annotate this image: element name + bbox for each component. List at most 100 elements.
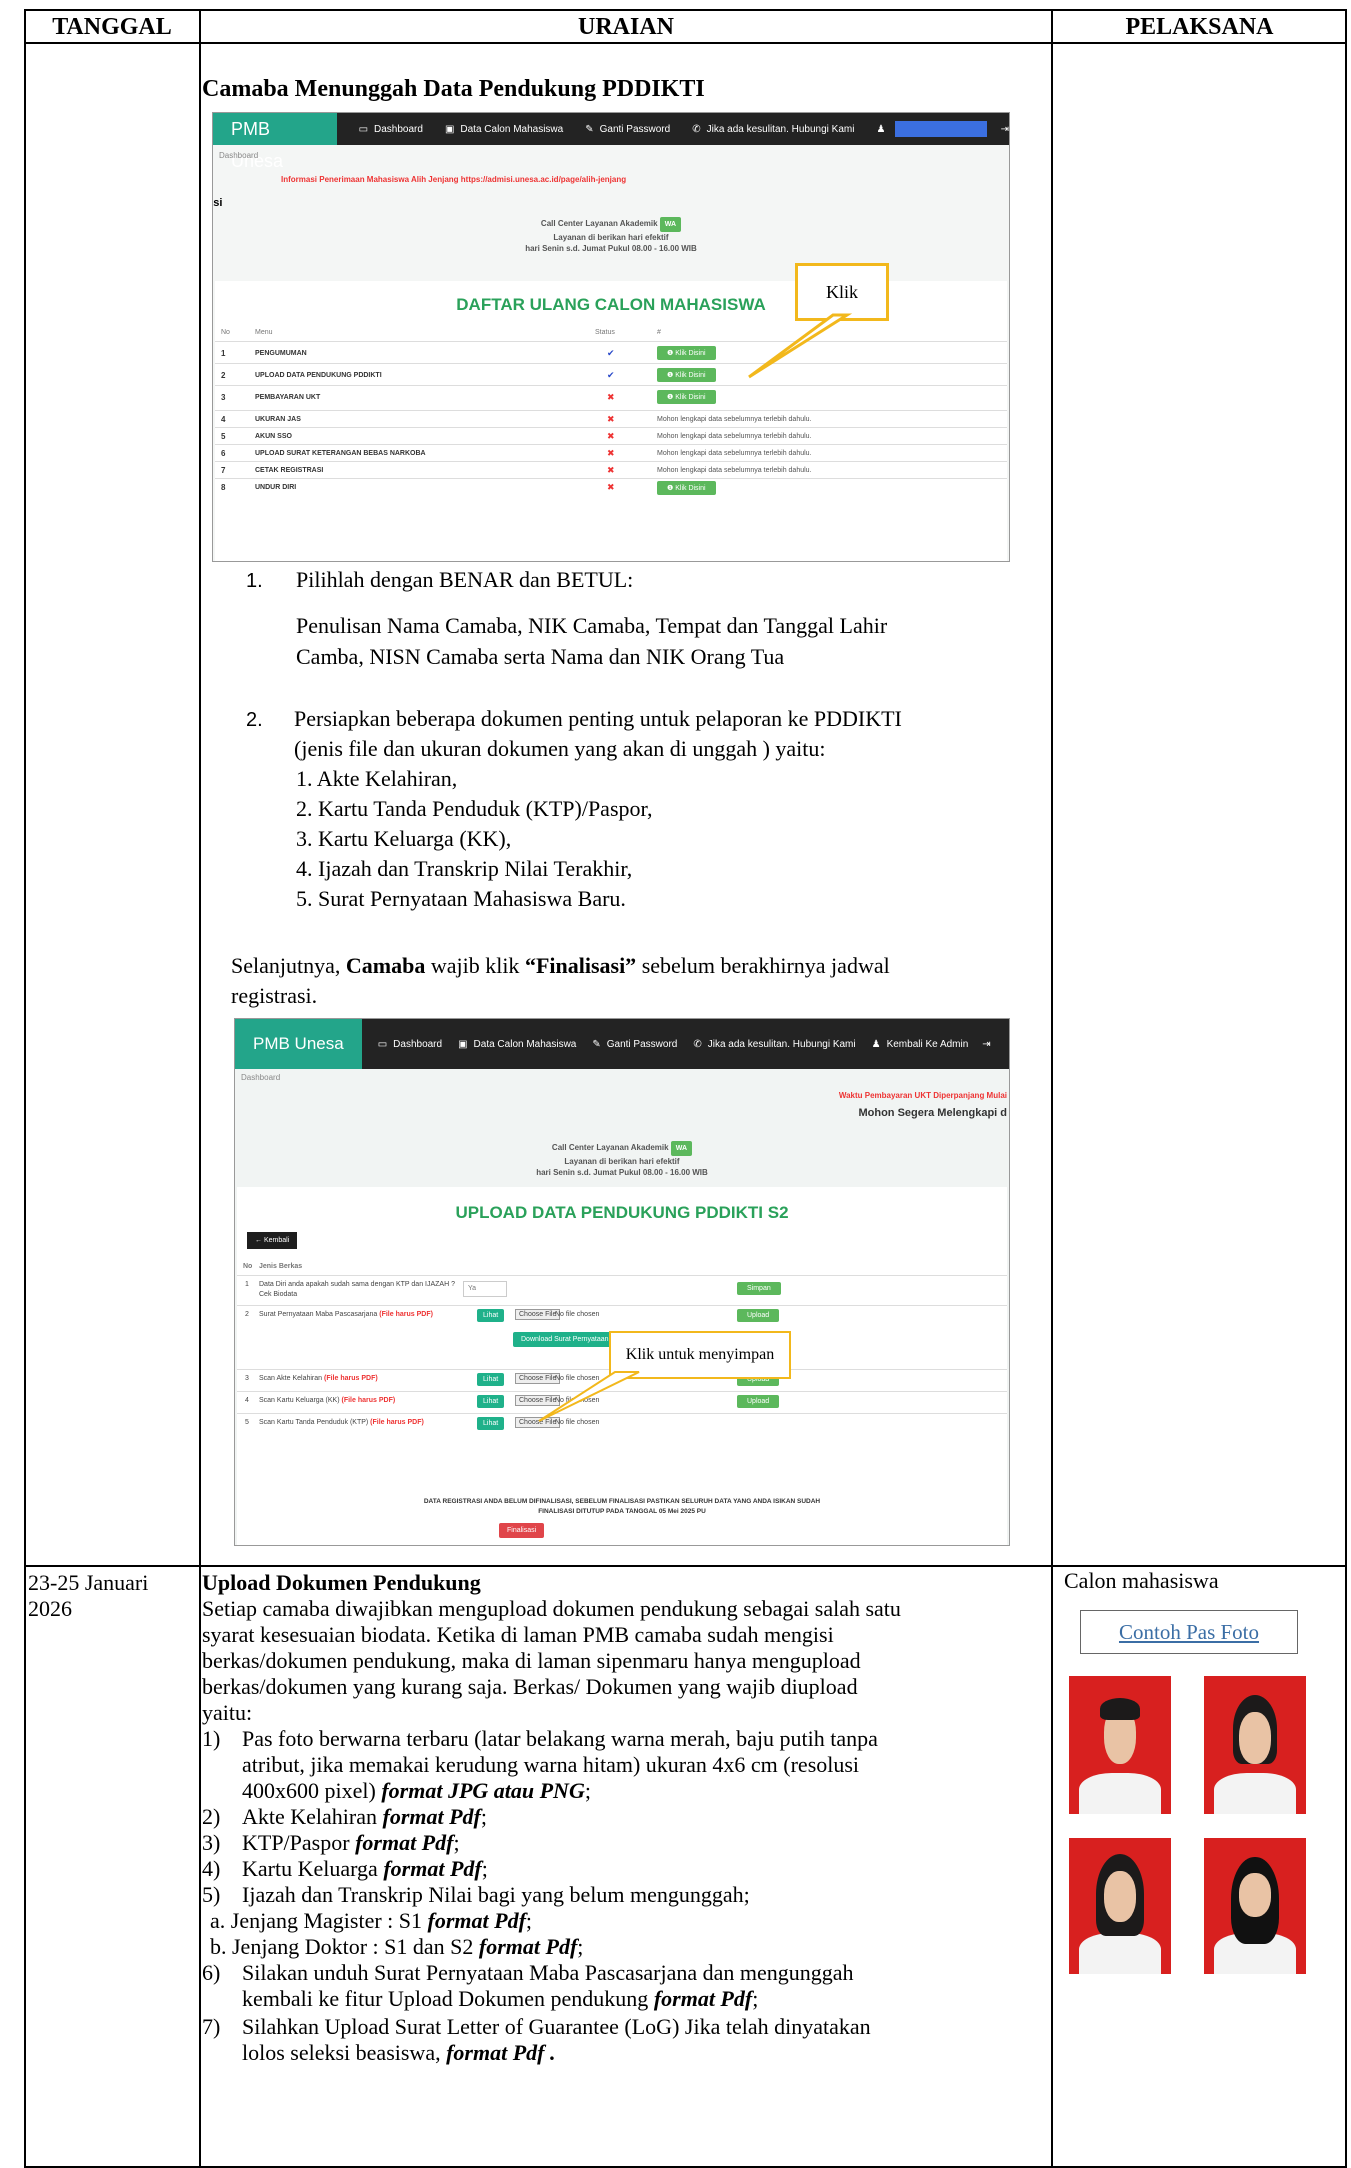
row-no: 2 xyxy=(245,1311,249,1318)
whatsapp-button[interactable]: WA xyxy=(659,217,682,232)
navbar: PMB Unesa ▭ Dashboard ▣ Data Calon Mahasis… xyxy=(213,113,1009,171)
nav-data-calon[interactable]: ▣ Data Calon Mahasiswa xyxy=(458,1039,576,1050)
back-button[interactable]: ← Kembali xyxy=(247,1232,298,1249)
klik-disini-button[interactable]: ❶ Klik Disini xyxy=(657,346,716,360)
nav-dashboard[interactable]: ▭ Dashboard xyxy=(359,124,423,135)
date-line-2: 2026 xyxy=(28,1596,72,1621)
row-no: 3 xyxy=(221,392,226,402)
row-no: 8 xyxy=(221,483,226,492)
finalisasi-instruction: Selanjutnya, Camaba wajib klik “Finalisa… xyxy=(231,953,890,978)
row-note: Mohon lengkapi data sebelumnya terlebih … xyxy=(657,450,812,457)
brand-logo[interactable]: PMB Unesa xyxy=(213,113,337,171)
panel-title: UPLOAD DATA PENDUKUNG PDDIKTI S2 xyxy=(455,1203,789,1222)
pencil-icon: ✎ xyxy=(592,1038,601,1050)
file-status: No file chosen xyxy=(555,1311,600,1318)
cek-biodata-link[interactable]: Cek Biodata xyxy=(259,1291,297,1298)
item-number: 7) xyxy=(202,2014,221,2039)
cross-icon: ✖ xyxy=(607,431,615,441)
row-menu: PEMBAYARAN UKT xyxy=(255,393,321,401)
header-pelaksana: PELAKSANA xyxy=(1125,14,1274,40)
breadcrumb[interactable]: Dashboard xyxy=(219,151,258,160)
phone-icon: ✆ xyxy=(693,1038,702,1050)
info-banner[interactable]: Informasi Penerimaan Mahasiswa Alih Jenj… xyxy=(281,175,626,184)
row-text: Scan Akte Kelahiran (File harus PDF) xyxy=(259,1375,378,1382)
sample-photo-male xyxy=(1069,1676,1171,1814)
cross-icon: ✖ xyxy=(607,465,615,475)
upload-button[interactable]: Upload xyxy=(737,1309,780,1322)
choose-file-button[interactable]: Choose File xyxy=(515,1309,561,1320)
point1-body-2: Camba, NISN Camaba serta Nama dan NIK Or… xyxy=(296,644,785,669)
klik-disini-button[interactable]: ❶ Klik Disini xyxy=(657,390,716,404)
klik-disini-button[interactable]: ❶ Klik Disini xyxy=(657,368,716,382)
lihat-button[interactable]: Lihat xyxy=(477,1309,505,1322)
finalisasi-instruction-cont: registrasi. xyxy=(231,983,318,1008)
nav-ganti-password[interactable]: ✎ Ganti Password xyxy=(592,1039,677,1050)
row-text: Scan Kartu Keluarga (KK) (File harus PDF… xyxy=(259,1397,396,1404)
col-no: No xyxy=(243,1263,253,1270)
header-uraian: URAIAN xyxy=(578,14,674,40)
finalisasi-button[interactable]: Finalisasi xyxy=(499,1523,545,1538)
pencil-icon: ✎ xyxy=(585,123,594,135)
logout-icon[interactable]: ⇥ xyxy=(1001,124,1009,135)
row-no: 2 xyxy=(221,370,226,380)
point2-number: 2. xyxy=(246,709,263,731)
cross-icon: ✖ xyxy=(607,482,615,492)
row-no: 7 xyxy=(221,466,226,475)
row-menu: UPLOAD DATA PENDUKUNG PDDIKTI xyxy=(255,371,382,379)
whatsapp-button[interactable]: WA xyxy=(670,1141,693,1156)
cross-icon: ✖ xyxy=(607,391,615,402)
lihat-button[interactable]: Lihat xyxy=(477,1395,505,1408)
arrow-left-icon: ← xyxy=(255,1237,264,1244)
photo-caption-box: Contoh Pas Foto xyxy=(1080,1610,1298,1654)
brand-logo[interactable]: PMB Unesa xyxy=(235,1019,362,1069)
sample-photo-female-2 xyxy=(1069,1838,1171,1974)
user-icon[interactable]: ♟ xyxy=(876,124,885,135)
item-number: 1) xyxy=(202,1726,221,1751)
callout-pointer xyxy=(538,1371,640,1422)
row-note: Mohon lengkapi data sebelumnya terlebih … xyxy=(657,416,812,423)
navbar: PMB Unesa ▭ Dashboard ▣ Data Calon Mahasis… xyxy=(235,1019,1009,1069)
logout-icon[interactable]: ⇥ xyxy=(982,1039,990,1050)
klik-disini-button[interactable]: ❶ Klik Disini xyxy=(657,480,716,495)
nav-ganti-password[interactable]: ✎ Ganti Password xyxy=(585,124,670,135)
point1-title: Pilihlah dengan BENAR dan BETUL: xyxy=(296,567,634,592)
check-icon: ✔ xyxy=(607,347,615,358)
nav-dashboard[interactable]: ▭ Dashboard xyxy=(378,1039,442,1050)
monitor-icon: ▭ xyxy=(358,123,369,135)
nav-hubungi[interactable]: ✆ Jika ada kesulitan. Hubungi Kami xyxy=(693,1039,855,1050)
nav-data-calon[interactable]: ▣ Data Calon Mahasiswa xyxy=(445,124,563,135)
col-jenis: Jenis Berkas xyxy=(259,1263,303,1270)
row-note: Mohon lengkapi data sebelumnya terlebih … xyxy=(657,433,812,440)
upload-button[interactable]: Upload xyxy=(737,1395,780,1408)
biodata-select[interactable]: Ya xyxy=(463,1281,507,1297)
point1-number: 1. xyxy=(246,570,263,592)
row-menu: UPLOAD SURAT KETERANGAN BEBAS NARKOBA xyxy=(255,450,426,457)
nav-hubungi[interactable]: ✆ Jika ada kesulitan. Hubungi Kami xyxy=(692,124,854,135)
side-text: eksi xyxy=(213,197,223,209)
doc-list-item: 2. Kartu Tanda Penduduk (KTP)/Paspor, xyxy=(296,796,653,821)
row-text: Scan Kartu Tanda Penduduk (KTP) (File ha… xyxy=(259,1419,424,1426)
cross-icon: ✖ xyxy=(607,448,615,458)
user-name-field[interactable] xyxy=(895,121,987,137)
monitor-icon: ▭ xyxy=(377,1038,388,1050)
lihat-button[interactable]: Lihat xyxy=(477,1417,505,1430)
row-no: 5 xyxy=(245,1419,249,1426)
pelaksana-text: Calon mahasiswa xyxy=(1064,1568,1219,1593)
item-text: kembali ke fitur Upload Dokumen pendukun… xyxy=(242,1986,759,2011)
nav-kembali-admin[interactable]: ♟ Kembali Ke Admin xyxy=(872,1039,969,1050)
menu-row: 8 UNDUR DIRI ✖ ❶ Klik Disini xyxy=(215,478,1007,496)
column-divider xyxy=(199,9,201,2168)
cross-icon: ✖ xyxy=(607,414,615,424)
row-no: 1 xyxy=(221,348,226,358)
call-center-box: Call Center Layanan Akademik WA Layanan … xyxy=(536,1141,708,1177)
lihat-button[interactable]: Lihat xyxy=(477,1373,505,1386)
doc-list-item: 3. Kartu Keluarga (KK), xyxy=(296,826,512,851)
breadcrumb[interactable]: Dashboard xyxy=(241,1073,280,1082)
row-menu: UKURAN JAS xyxy=(255,416,301,423)
simpan-button[interactable]: Simpan xyxy=(737,1282,781,1295)
point2-line2: (jenis file dan ukuran dokumen yang akan… xyxy=(294,736,826,761)
col-action: # xyxy=(657,329,661,336)
item-text: lolos seleksi beasiswa, format Pdf . xyxy=(242,2040,556,2065)
row-note: Mohon lengkapi data sebelumnya terlebih … xyxy=(657,467,812,474)
table-row: 2 Surat Pernyataan Maba Pascasarjana (Fil… xyxy=(237,1305,1007,1326)
